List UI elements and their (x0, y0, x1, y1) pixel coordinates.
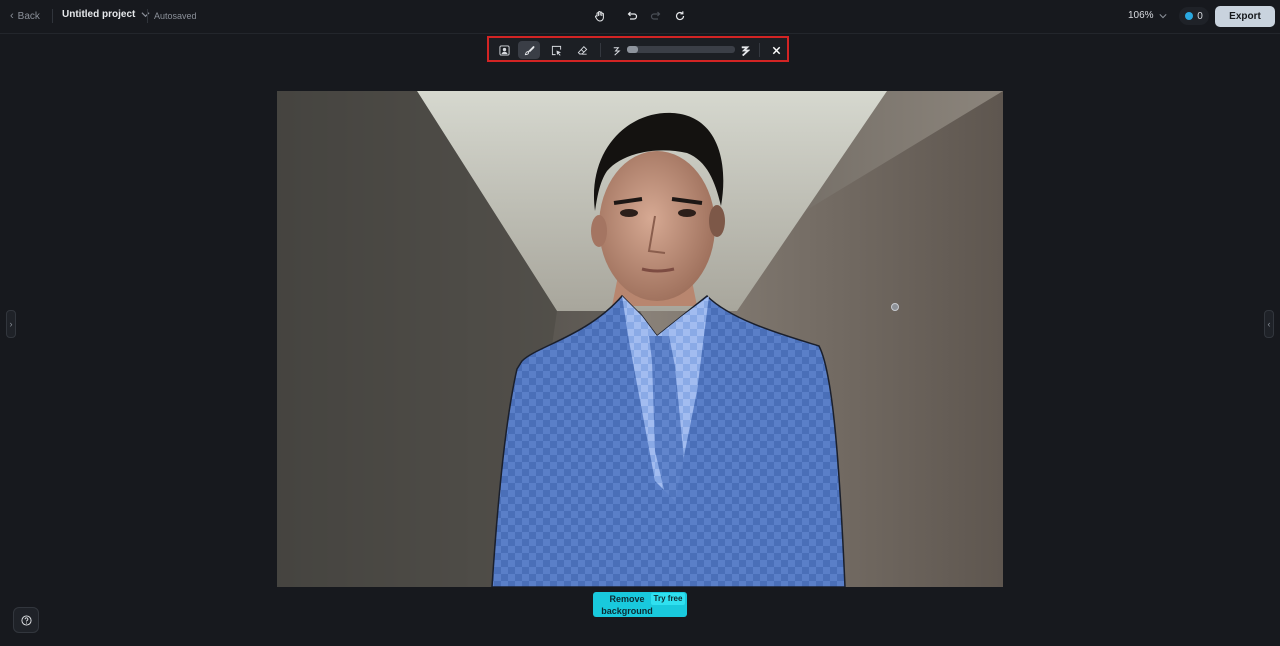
divider (759, 43, 760, 57)
back-button[interactable]: ‹ Back (10, 8, 40, 24)
project-title-dropdown[interactable]: Untitled project (62, 9, 150, 20)
remove-background-button[interactable]: Remove background Try free (593, 592, 687, 617)
help-icon (20, 614, 32, 626)
reset-button[interactable] (672, 8, 688, 24)
chevron-left-icon: ‹ (10, 10, 14, 22)
brush-size-slider[interactable] (627, 46, 735, 53)
credits-badge[interactable]: 0 (1179, 7, 1209, 25)
credits-count: 0 (1197, 10, 1203, 22)
zoom-level: 106% (1128, 10, 1154, 21)
back-label: Back (17, 10, 40, 22)
portrait-image (277, 91, 1003, 587)
top-bar: ‹ Back Untitled project Autosaved 106% 0… (0, 0, 1280, 34)
redo-button[interactable] (648, 8, 664, 24)
refresh-icon (675, 11, 685, 21)
hand-tool-button[interactable] (592, 8, 608, 24)
brush-cursor (891, 303, 899, 311)
undo-icon (627, 11, 638, 20)
eraser-icon (577, 45, 587, 55)
close-icon (772, 46, 780, 54)
quick-select-button[interactable] (545, 41, 567, 59)
divider (52, 9, 53, 23)
hand-icon (595, 11, 604, 22)
brush-size-small-icon (605, 41, 627, 59)
slider-fill (627, 46, 638, 53)
remove-background-label: Remove background (601, 594, 653, 616)
project-title: Untitled project (62, 9, 136, 20)
save-status: Autosaved (154, 11, 197, 21)
brush-small-icon (613, 46, 621, 55)
redo-icon (650, 11, 661, 20)
brush-large-icon (741, 45, 750, 56)
credit-icon (1185, 12, 1194, 20)
try-free-badge: Try free (651, 593, 685, 605)
person-select-icon (498, 44, 510, 56)
brush-tool-button[interactable] (518, 41, 540, 59)
chevron-right-icon: › (9, 319, 13, 329)
brush-toolbar (487, 36, 789, 62)
export-button[interactable]: Export (1215, 6, 1275, 27)
close-toolbar-button[interactable] (765, 41, 787, 59)
image-canvas[interactable] (277, 91, 1003, 587)
chevron-down-icon (141, 12, 150, 18)
left-panel-toggle[interactable]: › (6, 310, 16, 338)
divider (600, 43, 601, 57)
brush-size-large-icon (733, 41, 755, 59)
chevron-down-icon (1159, 13, 1167, 18)
undo-button[interactable] (624, 8, 640, 24)
chevron-left-icon: ‹ (1267, 319, 1271, 329)
auto-select-button[interactable] (493, 41, 515, 59)
brush-icon (524, 45, 534, 55)
cursor-select-icon (551, 45, 561, 56)
help-button[interactable] (13, 607, 39, 633)
right-panel-toggle[interactable]: ‹ (1264, 310, 1274, 338)
divider (147, 9, 148, 23)
zoom-dropdown[interactable]: 106% (1128, 10, 1167, 21)
eraser-tool-button[interactable] (571, 41, 593, 59)
